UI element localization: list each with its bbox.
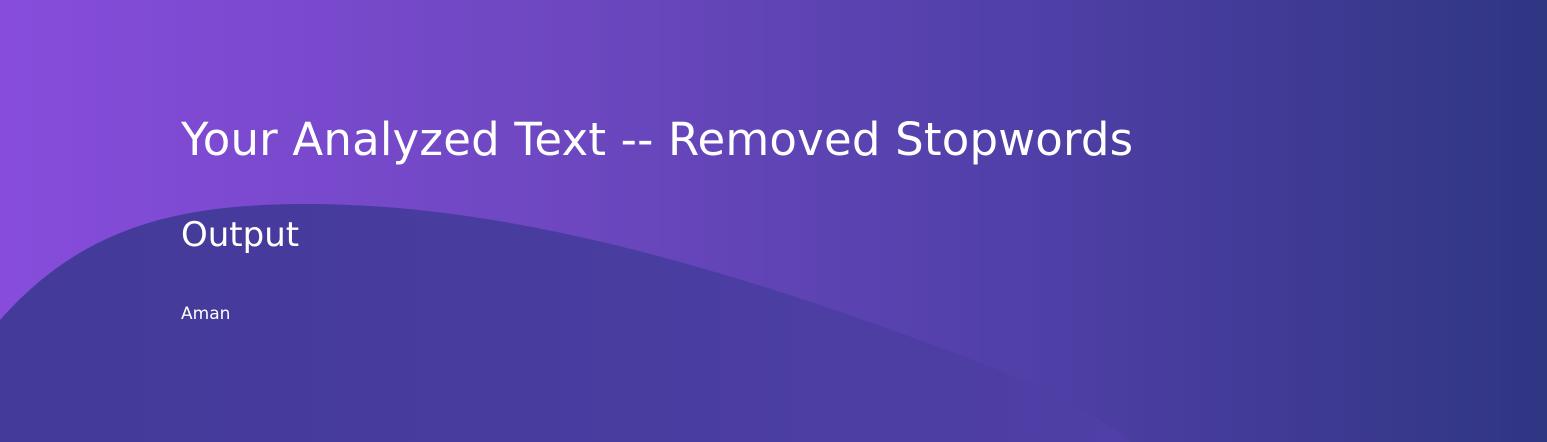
hero-banner: Your Analyzed Text -- Removed Stopwords … bbox=[0, 0, 1547, 442]
page-title: Your Analyzed Text -- Removed Stopwords bbox=[181, 113, 1134, 166]
output-text: Aman bbox=[181, 304, 231, 324]
output-heading: Output bbox=[181, 215, 300, 255]
